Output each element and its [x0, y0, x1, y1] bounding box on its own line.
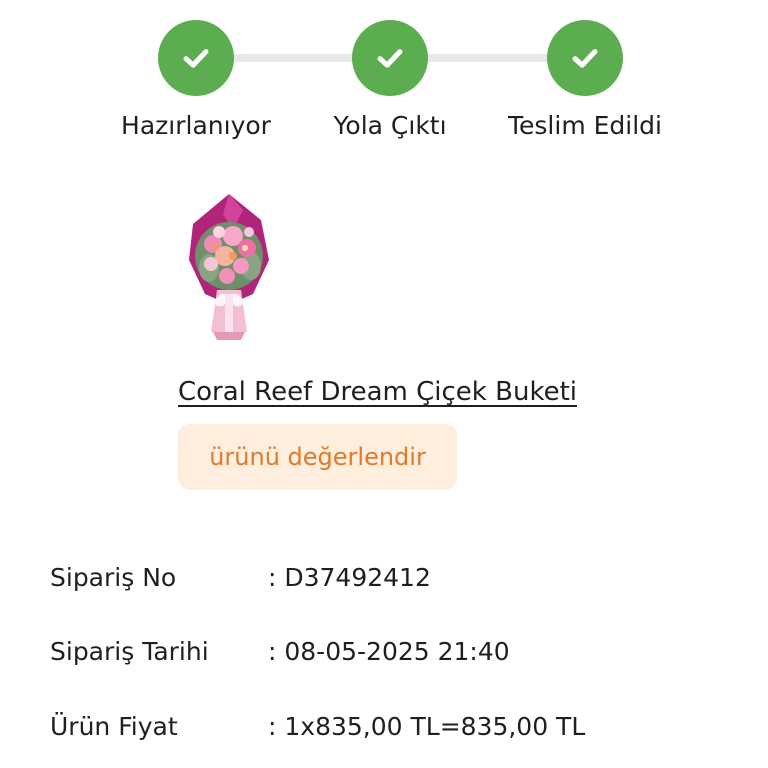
- step-preparing-label: Hazırlanıyor: [121, 111, 271, 140]
- order-date-value: : 08-05-2025 21:40: [268, 637, 510, 666]
- order-number-label: Sipariş No: [50, 563, 177, 592]
- check-icon: [183, 49, 209, 68]
- step-preparing-indicator: [158, 20, 234, 96]
- order-number-row: Sipariş No : D37492412: [50, 558, 730, 598]
- step-delivered-label: Teslim Edildi: [508, 111, 662, 140]
- flower-bouquet-image: [189, 194, 269, 340]
- review-product-button[interactable]: ürünü değerlendir: [178, 424, 457, 490]
- product-price-label: Ürün Fiyat: [50, 712, 178, 741]
- order-date-label: Sipariş Tarihi: [50, 637, 209, 666]
- product-image[interactable]: [183, 190, 275, 342]
- order-number-value: : D37492412: [268, 563, 431, 592]
- step-shipped-label: Yola Çıktı: [333, 111, 447, 140]
- check-icon: [572, 49, 598, 68]
- check-icon: [377, 49, 403, 68]
- product-price-value: : 1x835,00 TL=835,00 TL: [268, 712, 586, 741]
- order-date-row: Sipariş Tarihi : 08-05-2025 21:40: [50, 632, 730, 672]
- order-detail-page: Hazırlanıyor Yola Çıktı Teslim Edildi Co…: [0, 0, 768, 768]
- product-name-link[interactable]: Coral Reef Dream Çiçek Buketi: [178, 374, 577, 410]
- product-price-row: Ürün Fiyat : 1x835,00 TL=835,00 TL: [50, 707, 730, 747]
- step-shipped-indicator: [352, 20, 428, 96]
- step-delivered-indicator: [547, 20, 623, 96]
